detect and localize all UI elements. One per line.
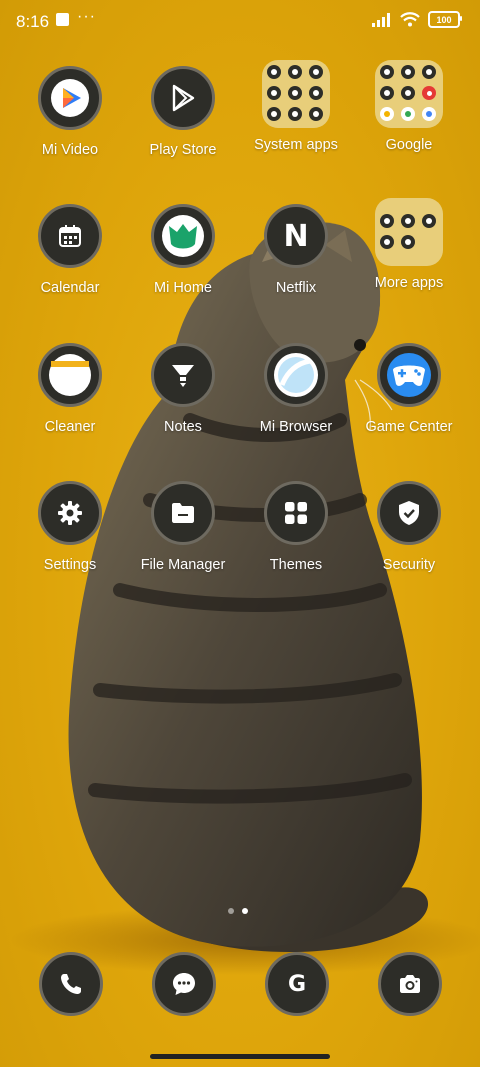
battery-icon: 100 bbox=[428, 11, 462, 28]
maps-icon bbox=[401, 107, 415, 121]
game-center-icon bbox=[377, 343, 441, 407]
photos-icon bbox=[380, 107, 394, 121]
mi-home-icon bbox=[151, 204, 215, 268]
browser-icon bbox=[264, 343, 328, 407]
mi-video-icon bbox=[38, 66, 102, 130]
calendar-icon bbox=[38, 204, 102, 268]
page-dot[interactable] bbox=[228, 908, 234, 914]
page-dot-active[interactable] bbox=[242, 908, 248, 914]
facebook-icon bbox=[401, 213, 415, 228]
page-indicator bbox=[228, 908, 248, 914]
system-apps-folder bbox=[262, 60, 330, 128]
dock-phone[interactable] bbox=[39, 952, 103, 1016]
app-file-manager[interactable]: File Manager bbox=[127, 481, 239, 573]
app-label: Play Store bbox=[149, 142, 217, 158]
app-label: Security bbox=[382, 557, 436, 573]
app-play-store[interactable]: Play Store bbox=[127, 66, 239, 158]
notes-icon bbox=[151, 343, 215, 407]
more-notifications-icon: ··· bbox=[77, 8, 96, 25]
phone-icon bbox=[39, 952, 103, 1016]
folder-app-icon bbox=[309, 86, 323, 100]
app-label: Mi Video bbox=[41, 142, 99, 158]
app-label: File Manager bbox=[140, 557, 226, 573]
home-indicator[interactable] bbox=[150, 1054, 330, 1059]
app-mi-video[interactable]: Mi Video bbox=[14, 66, 126, 158]
battery-level: 100 bbox=[436, 14, 452, 25]
themes-icon bbox=[264, 481, 328, 545]
shield-icon bbox=[377, 481, 441, 545]
folder-app-icon bbox=[380, 65, 394, 79]
folder-app-icon bbox=[422, 65, 436, 79]
app-security[interactable]: Security bbox=[353, 481, 465, 573]
app-label: Calendar bbox=[40, 280, 100, 296]
status-time: 8:16 bbox=[16, 12, 50, 31]
folder-app-icon bbox=[380, 234, 394, 249]
app-cleaner[interactable]: Cleaner bbox=[14, 343, 126, 435]
app-label: System apps bbox=[254, 137, 338, 153]
folder-app-icon bbox=[309, 107, 323, 121]
netflix-glyph: N bbox=[283, 218, 309, 254]
netflix-icon: N bbox=[264, 204, 328, 268]
app-label: Mi Browser bbox=[259, 419, 333, 435]
app-mi-home[interactable]: Mi Home bbox=[127, 204, 239, 296]
notification-icon bbox=[56, 13, 69, 26]
folder-app-icon bbox=[380, 86, 394, 100]
app-label: Settings bbox=[43, 557, 97, 573]
folder-app-icon bbox=[267, 107, 281, 121]
folder-app-icon bbox=[267, 86, 281, 100]
app-settings[interactable]: Settings bbox=[14, 481, 126, 573]
more-apps-folder bbox=[375, 198, 443, 266]
app-game-center[interactable]: Game Center bbox=[353, 343, 465, 435]
app-themes[interactable]: Themes bbox=[240, 481, 352, 573]
google-glyph: G bbox=[287, 971, 307, 997]
folder-app-icon bbox=[267, 65, 281, 79]
folder-app-icon bbox=[401, 65, 415, 79]
app-calendar[interactable]: Calendar bbox=[14, 204, 126, 296]
app-label: More apps bbox=[374, 275, 444, 291]
app-label: Google bbox=[385, 137, 433, 153]
app-label: Notes bbox=[164, 419, 202, 435]
file-manager-icon bbox=[151, 481, 215, 545]
folder-more-apps[interactable]: More apps bbox=[353, 198, 465, 291]
linkedin-icon bbox=[422, 213, 436, 228]
app-label: Mi Home bbox=[153, 280, 212, 296]
folder-google[interactable]: Google bbox=[353, 60, 465, 153]
app-label: Themes bbox=[269, 557, 323, 573]
folder-app-icon bbox=[288, 107, 302, 121]
folder-app-icon bbox=[309, 65, 323, 79]
folder-system-apps[interactable]: System apps bbox=[240, 60, 352, 153]
dock-camera[interactable] bbox=[378, 952, 442, 1016]
app-notes[interactable]: Notes bbox=[127, 343, 239, 435]
status-bar: 8:16 ··· 100 bbox=[0, 0, 480, 42]
folder-app-icon bbox=[380, 213, 394, 228]
folder-app-icon bbox=[401, 234, 415, 249]
app-mi-browser[interactable]: Mi Browser bbox=[240, 343, 352, 435]
google-folder bbox=[375, 60, 443, 128]
dock-messages[interactable] bbox=[152, 952, 216, 1016]
app-label: Game Center bbox=[365, 419, 453, 435]
folder-app-icon bbox=[401, 86, 415, 100]
app-label: Netflix bbox=[275, 280, 317, 296]
camera-icon bbox=[378, 952, 442, 1016]
wifi-icon bbox=[400, 12, 420, 27]
folder-app-icon bbox=[288, 86, 302, 100]
google-search-icon: G bbox=[265, 952, 329, 1016]
chrome-icon bbox=[422, 107, 436, 121]
play-store-icon bbox=[151, 66, 215, 130]
folder-app-icon bbox=[288, 65, 302, 79]
gear-icon bbox=[38, 481, 102, 545]
app-label: Cleaner bbox=[44, 419, 96, 435]
signal-icon bbox=[372, 12, 390, 27]
messages-icon bbox=[152, 952, 216, 1016]
dock-google[interactable]: G bbox=[265, 952, 329, 1016]
cleaner-icon bbox=[38, 343, 102, 407]
app-netflix[interactable]: N Netflix bbox=[240, 204, 352, 296]
youtube-icon bbox=[422, 86, 436, 100]
